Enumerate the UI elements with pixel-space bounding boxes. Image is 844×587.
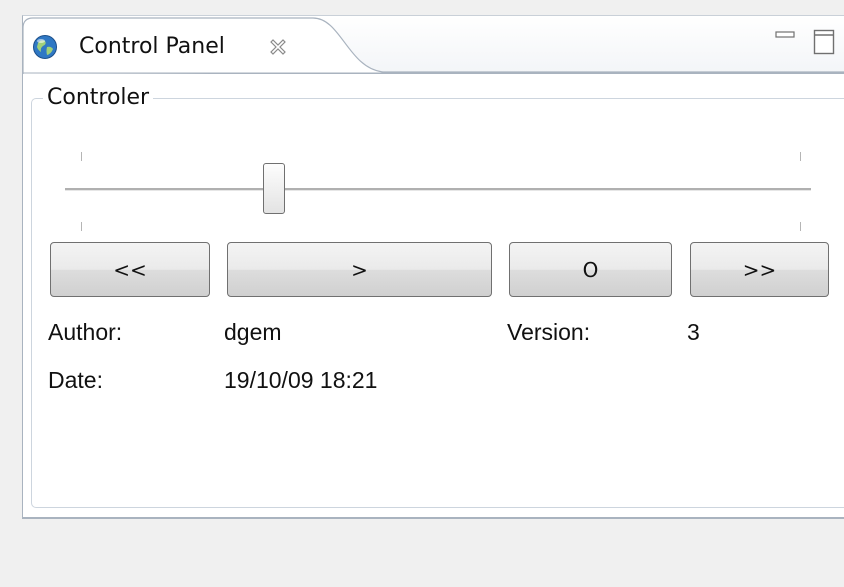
date-label: Date: xyxy=(48,367,103,393)
globe-icon xyxy=(33,35,57,59)
author-label: Author: xyxy=(48,319,123,345)
view-tab-strip: Control Panel xyxy=(23,16,844,74)
next-button[interactable]: >> xyxy=(690,242,829,297)
view-title: Control Panel xyxy=(79,34,225,59)
position-slider[interactable] xyxy=(63,148,815,232)
slider-tick-bottom-end xyxy=(800,222,801,231)
author-value: dgem xyxy=(224,319,282,345)
slider-thumb[interactable] xyxy=(263,163,285,214)
version-value: 3 xyxy=(687,319,700,345)
maximize-icon[interactable] xyxy=(813,29,835,55)
slider-tick-top-end xyxy=(800,152,801,161)
date-value: 19/10/09 18:21 xyxy=(224,367,378,393)
close-icon[interactable] xyxy=(268,37,288,57)
slider-tick-top-start xyxy=(81,152,82,161)
slider-track[interactable] xyxy=(65,188,811,191)
slider-tick-bottom-start xyxy=(81,222,82,231)
play-button[interactable]: > xyxy=(227,242,492,297)
minimize-icon[interactable] xyxy=(775,30,795,42)
stop-button[interactable]: O xyxy=(509,242,672,297)
version-label: Version: xyxy=(507,319,591,345)
previous-button[interactable]: << xyxy=(50,242,210,297)
control-panel-view: Control Panel Controler << > O >> Author… xyxy=(22,15,844,519)
controller-group-label: Controler xyxy=(43,84,154,112)
